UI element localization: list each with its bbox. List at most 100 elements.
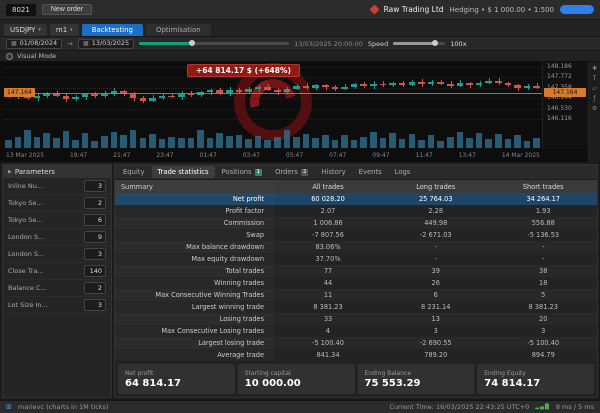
volume-bar bbox=[331, 139, 339, 148]
settings-icon[interactable]: ⚙ bbox=[592, 106, 597, 112]
profit-tooltip: +64 814.17 $ (+648%) bbox=[186, 64, 300, 77]
indicators-icon[interactable]: ƒ bbox=[593, 96, 595, 102]
volume-bar bbox=[129, 129, 137, 148]
position-price-badge: 147.164 bbox=[4, 87, 35, 97]
parameter-value-input[interactable]: 140 bbox=[84, 265, 106, 277]
candle bbox=[293, 86, 300, 89]
symbol-selector[interactable]: USDJPY ▾ bbox=[4, 24, 47, 36]
candle bbox=[91, 94, 99, 97]
visual-mode-label: Visual Mode bbox=[17, 52, 57, 60]
volume-bar bbox=[14, 136, 22, 148]
table-row[interactable]: Average trade 841.34 789.20 894.79 bbox=[115, 349, 597, 361]
speed-label: Speed bbox=[367, 39, 389, 48]
date-from-picker[interactable]: ▦ 01/08/2024 bbox=[6, 38, 63, 49]
parameter-row: Balance C... 2 bbox=[3, 280, 111, 297]
stat-value: 789.20 bbox=[424, 351, 448, 359]
time-axis-label: 11:47 bbox=[415, 152, 433, 159]
parameter-label: London S... bbox=[8, 250, 45, 258]
playback-progress-slider[interactable] bbox=[139, 40, 290, 46]
parameter-row: Inline Nu... 3 bbox=[3, 178, 111, 195]
volume-bar bbox=[293, 136, 300, 148]
volume-bar bbox=[533, 137, 540, 148]
tab-backtesting[interactable]: Backtesting bbox=[81, 24, 143, 36]
time-axis-label: 21:47 bbox=[113, 152, 131, 159]
shapes-tool-icon[interactable]: ▱ bbox=[592, 86, 597, 92]
candle bbox=[427, 81, 435, 85]
speed-slider[interactable] bbox=[393, 40, 446, 46]
visual-mode-toggle-icon[interactable] bbox=[6, 52, 13, 60]
stats-tab-trade-statistics[interactable]: Trade statistics bbox=[151, 166, 215, 178]
new-order-button[interactable]: New order bbox=[41, 4, 93, 15]
parameter-value-input[interactable]: 3 bbox=[84, 248, 106, 260]
stat-value: 3 bbox=[433, 327, 438, 335]
candle bbox=[168, 95, 175, 98]
stat-value: 83.06% bbox=[315, 243, 341, 251]
table-row[interactable]: Max balance drawdown 83.06% - - bbox=[115, 241, 597, 253]
candle bbox=[139, 98, 147, 101]
stats-tab-equity[interactable]: Equity bbox=[117, 166, 151, 178]
candlestick-chart[interactable]: 147.164 +64 814.17 $ (+648%) 147.164 148… bbox=[0, 62, 600, 162]
volume-bar bbox=[302, 134, 310, 148]
table-row[interactable]: Largest winning trade 8 381.23 8 231.14 8 3… bbox=[115, 301, 597, 313]
table-row[interactable]: Max Consecutive Winning Trades 11 6 5 bbox=[115, 289, 597, 301]
stats-tab-orders[interactable]: Orders 2 bbox=[269, 166, 314, 178]
connection-pill[interactable] bbox=[560, 5, 594, 14]
tab-optimisation[interactable]: Optimisation bbox=[145, 24, 211, 36]
crosshair-icon[interactable]: ✚ bbox=[592, 66, 597, 72]
table-row[interactable]: Max Consecutive Losing trades 4 3 3 bbox=[115, 325, 597, 337]
stat-value: 25 764.03 bbox=[418, 195, 453, 203]
price-axis[interactable]: 147.164 148.186147.772147.358146.944146.… bbox=[542, 62, 588, 149]
speed-slider-knob[interactable] bbox=[431, 40, 438, 46]
volume-bar bbox=[427, 134, 435, 148]
stat-value: 11 bbox=[323, 291, 333, 299]
table-row[interactable]: Largest losing trade -5 100.40 -2 690.55 -5… bbox=[115, 337, 597, 349]
table-row[interactable]: Max equity drawdown 37.70% - - bbox=[115, 253, 597, 265]
table-row[interactable]: Losing trades 33 13 20 bbox=[115, 313, 597, 325]
volume-bar bbox=[177, 138, 185, 148]
table-row[interactable]: Swap -7 807.56 -2 671.03 -5 136.53 bbox=[115, 229, 597, 241]
timeframe-selector[interactable]: m1 ▾ bbox=[49, 24, 79, 36]
parameter-value-input[interactable]: 2 bbox=[84, 282, 106, 294]
gridline bbox=[4, 77, 542, 79]
stats-tab-logs[interactable]: Logs bbox=[389, 166, 417, 178]
statistics-tab-bar: Equity Trade statistics Positions 1 Orders 2 H… bbox=[115, 165, 597, 180]
volume-bar bbox=[398, 139, 406, 148]
stats-tab-events[interactable]: Events bbox=[353, 166, 388, 178]
app-window: 8021 New order Raw Trading Ltd Hedging •… bbox=[0, 0, 600, 413]
candle bbox=[312, 85, 320, 88]
parameter-value-input[interactable]: 2 bbox=[84, 197, 106, 209]
candle bbox=[158, 95, 166, 99]
volume-bar bbox=[312, 137, 320, 148]
stats-tab-history[interactable]: History bbox=[315, 166, 351, 178]
chart-plot-area[interactable]: 147.164 +64 814.17 $ (+648%) bbox=[4, 62, 542, 149]
candle bbox=[81, 94, 89, 98]
table-row[interactable]: Commission 1 006.86 449.98 556.88 bbox=[115, 217, 597, 229]
candle bbox=[264, 87, 271, 90]
candle bbox=[274, 89, 281, 92]
playback-progress-knob[interactable] bbox=[188, 40, 195, 46]
volume-bar bbox=[274, 136, 281, 148]
parameter-value-input[interactable]: 6 bbox=[84, 214, 106, 226]
parameter-value-input[interactable]: 3 bbox=[84, 180, 106, 192]
time-axis-label: 03:47 bbox=[242, 152, 260, 159]
text-tool-icon[interactable]: T bbox=[593, 76, 597, 82]
table-row[interactable]: Total trades 77 39 38 bbox=[115, 265, 597, 277]
volume-bar bbox=[139, 137, 147, 148]
table-row[interactable]: Profit factor 2.07 2.28 1.93 bbox=[115, 205, 597, 217]
table-row[interactable]: Winning trades 44 26 18 bbox=[115, 277, 597, 289]
parameter-value-input[interactable]: 3 bbox=[84, 299, 106, 311]
parameter-value-input[interactable]: 9 bbox=[84, 231, 106, 243]
parameter-row: Close Tra... 140 bbox=[3, 263, 111, 280]
time-axis-label: 07:47 bbox=[329, 152, 347, 159]
summary-card: Net profit 64 814.17 bbox=[118, 364, 235, 394]
statistics-panel: Equity Trade statistics Positions 1 Orders 2 H… bbox=[114, 164, 598, 398]
time-axis[interactable]: 13 Mar 2025 19:47 21:47 23:47 01:47 03:47 05:4… bbox=[4, 149, 542, 162]
parameters-header[interactable]: ▶ Parameters bbox=[3, 165, 111, 178]
date-to-picker[interactable]: ▦ 13/03/2025 bbox=[78, 38, 135, 49]
stat-value: - bbox=[434, 255, 437, 263]
volume-bar bbox=[53, 137, 60, 148]
stats-tab-positions[interactable]: Positions 1 bbox=[216, 166, 269, 178]
stat-value: 3 bbox=[541, 327, 546, 335]
table-row[interactable]: Net profit 60 028.20 25 764.03 34 264.17 bbox=[115, 193, 597, 205]
parameter-label: Tokyo Se... bbox=[8, 199, 43, 207]
